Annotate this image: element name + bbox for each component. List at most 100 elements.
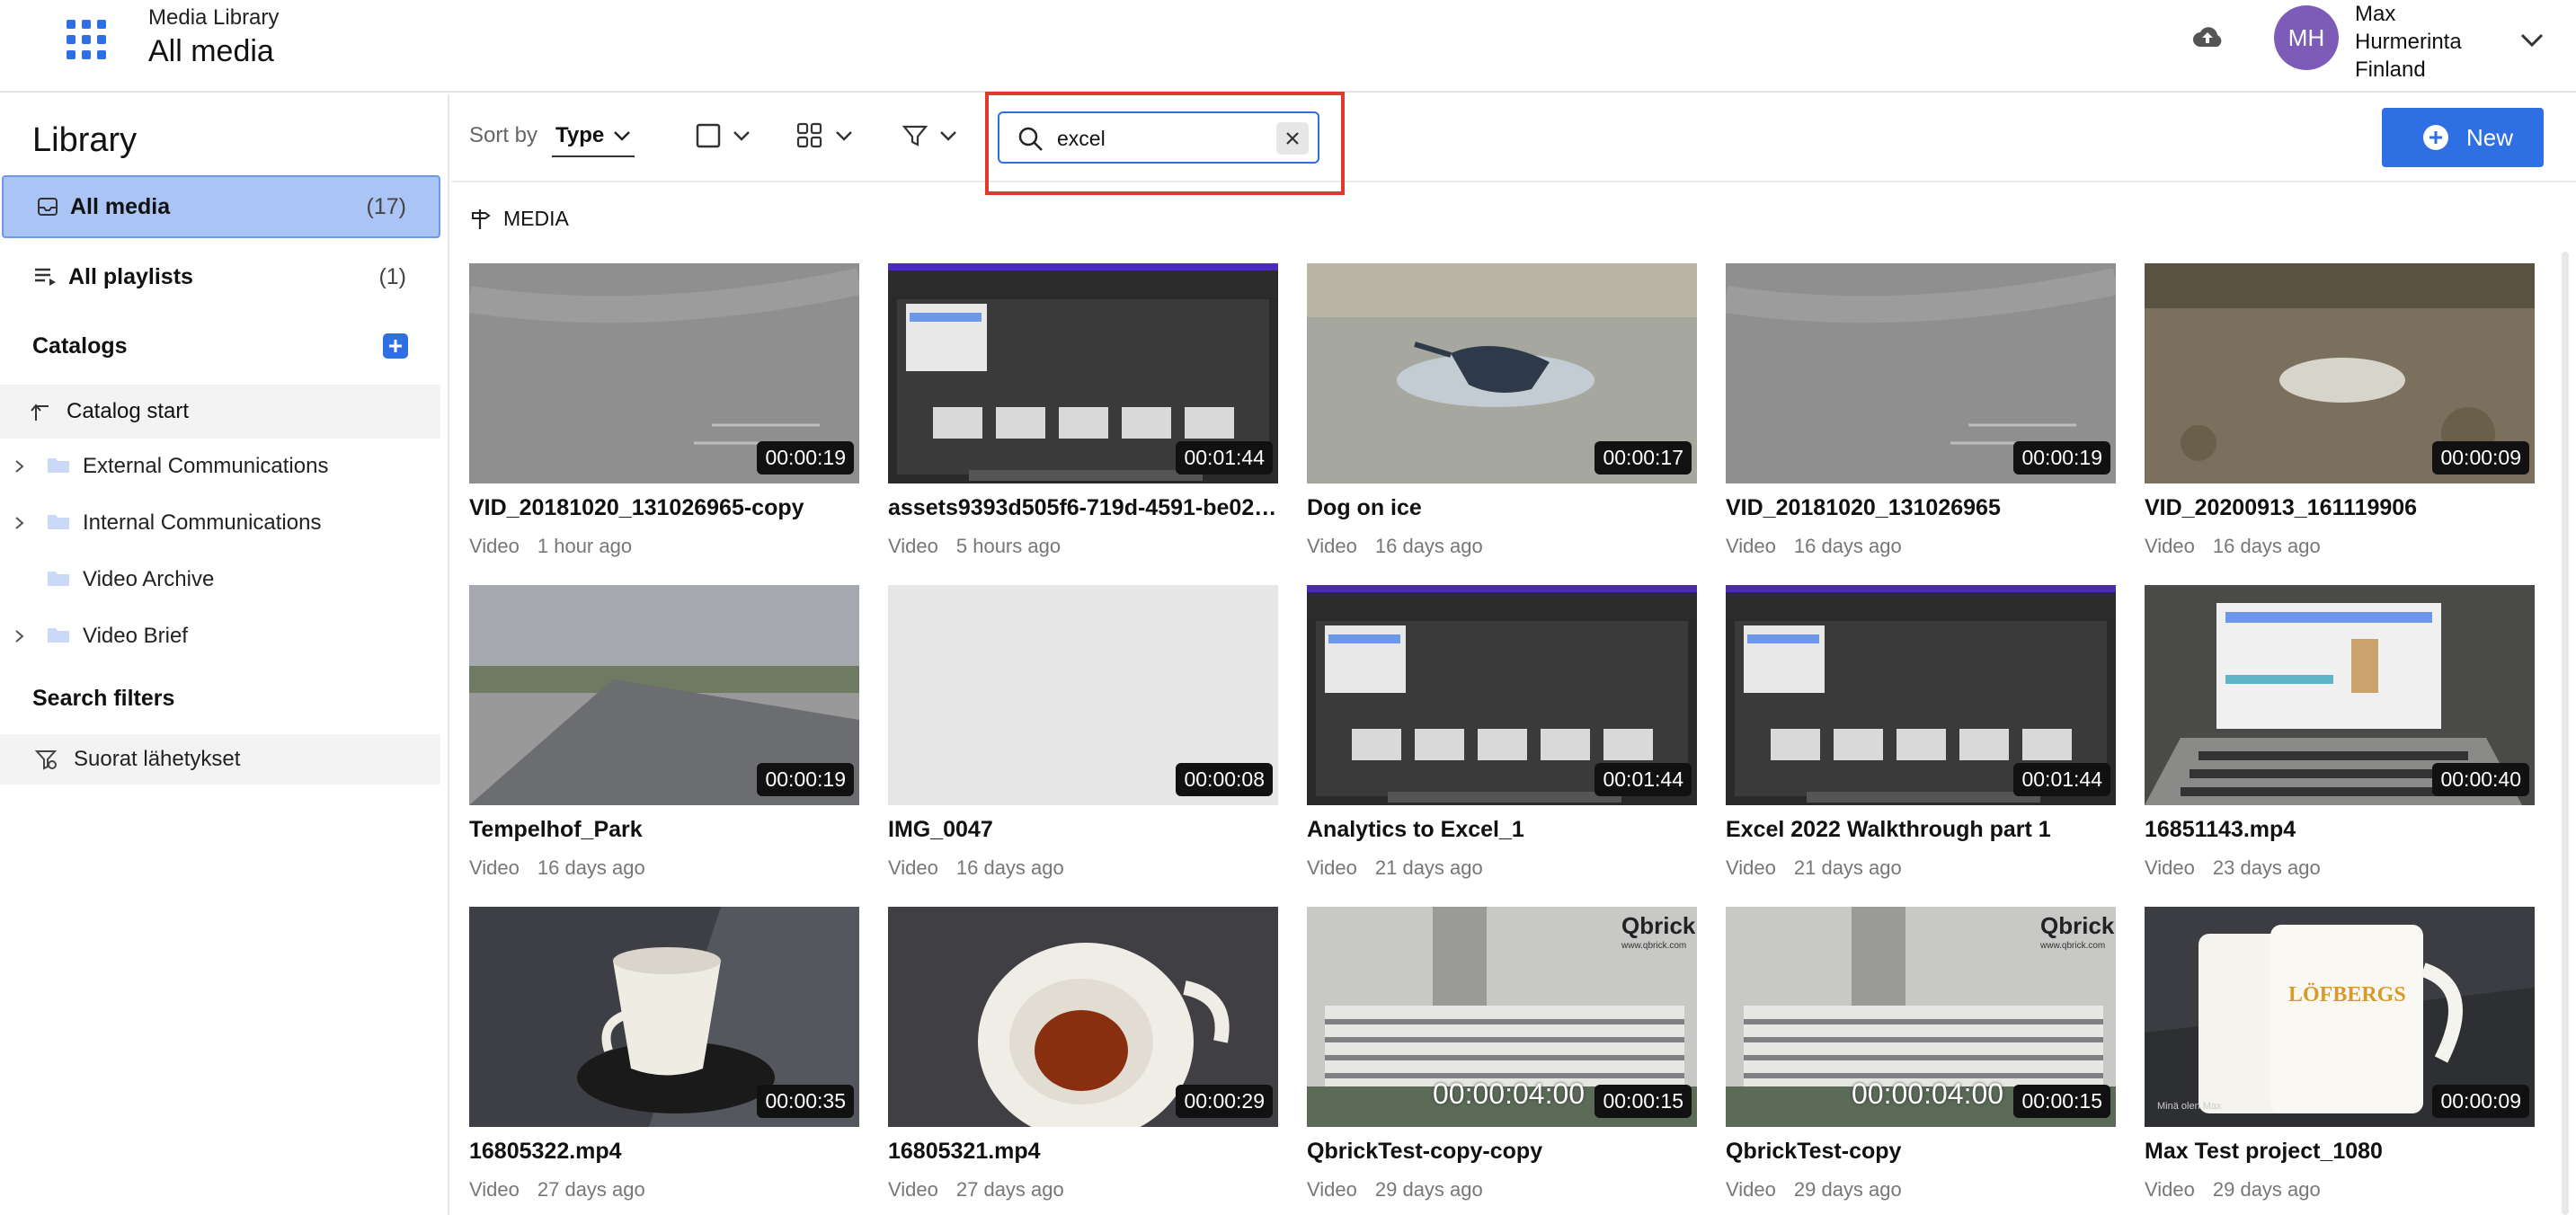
media-card[interactable]: 00:00:29 16805321.mp4 Video 27 days ago: [888, 907, 1278, 1212]
media-thumbnail[interactable]: 00:01:44: [1726, 585, 2116, 805]
saved-filter-item[interactable]: Suorat lähetykset: [0, 734, 440, 785]
media-meta: Video 29 days ago: [1307, 1178, 1483, 1202]
media-thumbnail[interactable]: LÖFBERGS Minä olen Max 00:00:09: [2145, 907, 2535, 1127]
media-title[interactable]: VID_20181020_131026965: [1726, 495, 2116, 521]
duration-badge: 00:00:19: [2013, 441, 2110, 474]
media-age: 29 days ago: [1793, 1178, 1902, 1201]
scrollbar[interactable]: [2562, 252, 2569, 1215]
media-card[interactable]: Qbrick www.qbrick.com 00:00:04:00 00:00:15 Q…: [1726, 907, 2116, 1212]
sidebar-item-all-media[interactable]: All media (17): [2, 175, 440, 238]
catalog-item-label: Video Archive: [83, 567, 215, 591]
saved-filter-label: Suorat lähetykset: [74, 747, 241, 771]
catalog-item[interactable]: Internal Communications: [0, 496, 440, 550]
duration-badge: 00:00:40: [2432, 763, 2529, 796]
media-age: 16 days ago: [955, 856, 1064, 879]
media-card[interactable]: 00:00:35 16805322.mp4 Video 27 days ago: [469, 907, 859, 1212]
media-thumbnail[interactable]: 00:00:08: [888, 585, 1278, 805]
media-title[interactable]: assets9393d505f6-719d-4591-be02-e...: [888, 495, 1278, 521]
media-card[interactable]: 00:01:44 Excel 2022 Walkthrough part 1 Vid…: [1726, 585, 2116, 891]
catalog-item-label: Internal Communications: [83, 510, 322, 535]
add-catalog-button[interactable]: [383, 333, 408, 359]
media-title[interactable]: Excel 2022 Walkthrough part 1: [1726, 817, 2116, 843]
media-card[interactable]: 00:00:19 VID_20181020_131026965 Video 16 da…: [1726, 263, 2116, 569]
media-card[interactable]: Qbrick www.qbrick.com 00:00:04:00 00:00:15 Q…: [1307, 907, 1697, 1212]
media-card[interactable]: 00:00:19 VID_20181020_131026965-copy Video…: [469, 263, 859, 569]
media-title[interactable]: Max Test project_1080: [2145, 1139, 2535, 1165]
media-title[interactable]: VID_20181020_131026965-copy: [469, 495, 859, 521]
media-title[interactable]: 16805321.mp4: [888, 1139, 1278, 1165]
media-thumbnail[interactable]: Qbrick www.qbrick.com 00:00:04:00 00:00:15: [1307, 907, 1697, 1127]
media-title[interactable]: Analytics to Excel_1: [1307, 817, 1697, 843]
inbox-icon: [38, 198, 58, 216]
media-type: Video: [1726, 1178, 1776, 1201]
chevron-right-icon[interactable]: [13, 457, 27, 475]
apps-grid-icon[interactable]: [67, 20, 106, 59]
media-thumbnail[interactable]: 00:00:40: [2145, 585, 2535, 805]
sort-select[interactable]: Type: [552, 121, 635, 157]
sidebar-item-label: All playlists: [68, 263, 193, 289]
catalog-item[interactable]: Video Brief: [0, 609, 440, 663]
media-card[interactable]: 00:00:08 IMG_0047 Video 16 days ago: [888, 585, 1278, 891]
filter-icon: [902, 125, 928, 146]
catalog-item[interactable]: External Communications: [0, 439, 440, 493]
media-thumbnail[interactable]: 00:00:09: [2145, 263, 2535, 483]
user-info[interactable]: Max Hurmerinta Finland: [2355, 0, 2462, 84]
media-title[interactable]: QbrickTest-copy: [1726, 1139, 2116, 1165]
user-first-name: Max: [2355, 2, 2396, 26]
filter-icon: [34, 750, 58, 770]
chevron-down-icon[interactable]: [2517, 25, 2547, 56]
media-thumbnail[interactable]: 00:00:19: [1726, 263, 2116, 483]
media-thumbnail[interactable]: 00:01:44: [1307, 585, 1697, 805]
svg-text:www.qbrick.com: www.qbrick.com: [1621, 941, 1686, 951]
app-subtitle: Media Library: [148, 5, 280, 30]
media-title[interactable]: QbrickTest-copy-copy: [1307, 1139, 1697, 1165]
media-thumbnail[interactable]: 00:01:44: [888, 263, 1278, 483]
chevron-right-icon[interactable]: [13, 627, 27, 645]
cloud-upload-icon[interactable]: [2190, 20, 2225, 56]
media-meta: Video 1 hour ago: [469, 535, 632, 558]
media-thumbnail[interactable]: 00:00:17: [1307, 263, 1697, 483]
media-title[interactable]: Dog on ice: [1307, 495, 1697, 521]
search-field[interactable]: [998, 111, 1319, 164]
close-icon: [1286, 132, 1299, 145]
media-age: 16 days ago: [1793, 535, 1902, 557]
media-card[interactable]: 00:01:44 Analytics to Excel_1 Video 21 days…: [1307, 585, 1697, 891]
new-button[interactable]: New: [2382, 108, 2544, 167]
timecode-overlay: 00:00:04:00: [1433, 1078, 1586, 1110]
catalog-start-item[interactable]: Catalog start: [0, 385, 440, 439]
media-meta: Video 16 days ago: [888, 856, 1064, 880]
media-thumbnail[interactable]: 00:00:19: [469, 263, 859, 483]
chevron-right-icon[interactable]: [13, 514, 27, 532]
media-thumbnail[interactable]: 00:00:29: [888, 907, 1278, 1127]
media-card[interactable]: 00:01:44 assets9393d505f6-719d-4591-be02-…: [888, 263, 1278, 569]
section-label: MEDIA: [469, 207, 569, 231]
media-card[interactable]: 00:00:17 Dog on ice Video 16 days ago: [1307, 263, 1697, 569]
filter-menu[interactable]: [902, 118, 958, 154]
media-type: Video: [469, 535, 520, 557]
media-thumbnail[interactable]: 00:00:35: [469, 907, 859, 1127]
sidebar-item-count: (17): [366, 193, 406, 219]
media-meta: Video 16 days ago: [1726, 535, 1902, 558]
media-title[interactable]: IMG_0047: [888, 817, 1278, 843]
media-card[interactable]: 00:00:09 VID_20200913_161119906 Video 16 da…: [2145, 263, 2535, 569]
media-card[interactable]: LÖFBERGS Minä olen Max 00:00:09 Max Test pr…: [2145, 907, 2535, 1212]
media-thumbnail[interactable]: 00:00:19: [469, 585, 859, 805]
media-age: 16 days ago: [1374, 535, 1483, 557]
media-card[interactable]: 00:00:40 16851143.mp4 Video 23 days ago: [2145, 585, 2535, 891]
media-card[interactable]: 00:00:19 Tempelhof_Park Video 16 days ago: [469, 585, 859, 891]
select-checkbox-menu[interactable]: [696, 118, 751, 154]
media-title[interactable]: 16805322.mp4: [469, 1139, 859, 1165]
duration-badge: 00:00:19: [757, 763, 854, 796]
search-input[interactable]: [1057, 124, 1237, 153]
duration-badge: 00:00:15: [2013, 1085, 2110, 1118]
view-mode-menu[interactable]: [796, 118, 854, 154]
media-type: Video: [1307, 535, 1357, 557]
media-title[interactable]: 16851143.mp4: [2145, 817, 2535, 843]
avatar[interactable]: MH: [2274, 5, 2339, 70]
sidebar-item-all-playlists[interactable]: All playlists (1): [2, 245, 440, 308]
catalog-item[interactable]: Video Archive: [0, 553, 440, 607]
clear-search-button[interactable]: [1276, 122, 1309, 155]
media-title[interactable]: VID_20200913_161119906: [2145, 495, 2535, 521]
media-thumbnail[interactable]: Qbrick www.qbrick.com 00:00:04:00 00:00:15: [1726, 907, 2116, 1127]
media-title[interactable]: Tempelhof_Park: [469, 817, 859, 843]
